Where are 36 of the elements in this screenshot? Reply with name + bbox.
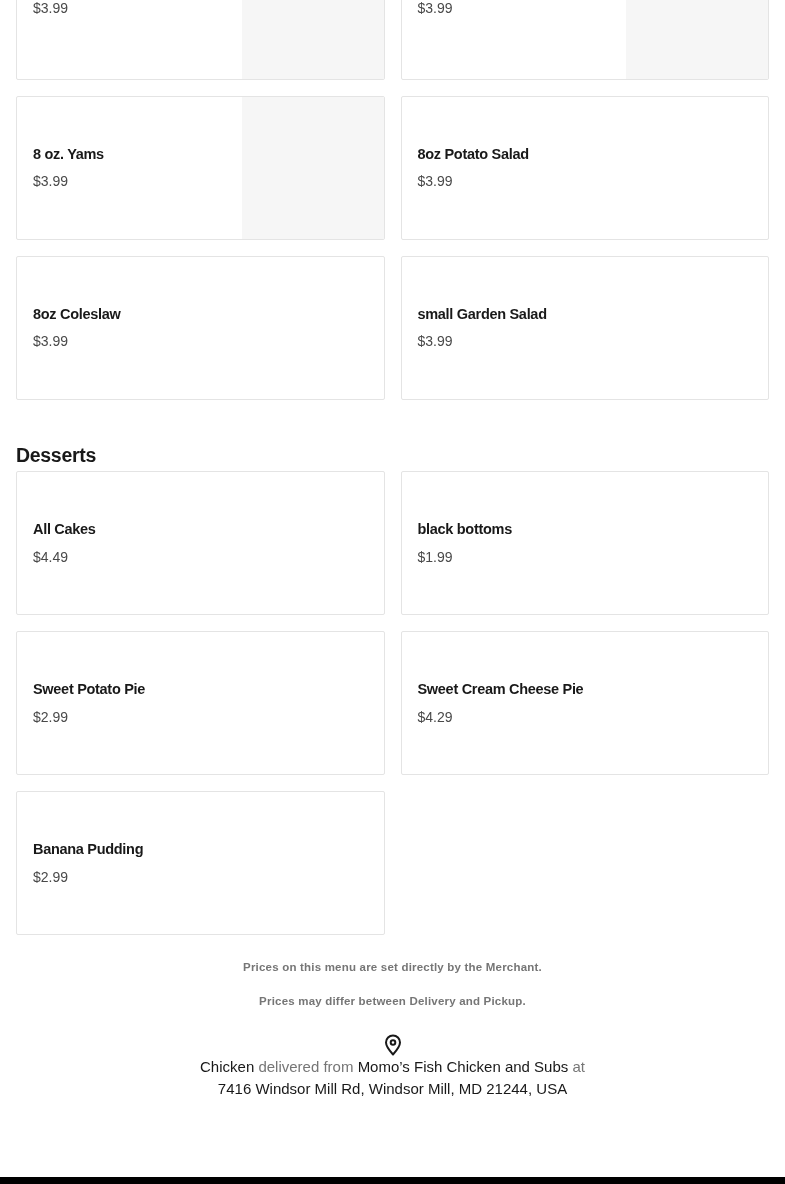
item-name: small Garden Salad xyxy=(417,304,548,324)
item-price: $3.99 xyxy=(417,0,454,18)
pricing-note: Prices may differ between Delivery and Pickup. xyxy=(258,993,527,1009)
item-price: $3.99 xyxy=(33,332,70,352)
item-price: $3.99 xyxy=(33,172,70,192)
menu-item-card[interactable]: Sweet Cream Cheese Pie $4.29 xyxy=(400,631,769,776)
menu-item-card[interactable]: $3.99 xyxy=(16,0,385,80)
item-price: $4.29 xyxy=(417,707,454,727)
item-price: $2.99 xyxy=(33,867,70,887)
item-name: black bottoms xyxy=(417,520,513,539)
item-name: Sweet Cream Cheese Pie xyxy=(417,680,585,699)
item-price: $3.99 xyxy=(417,172,454,192)
item-name: 8oz Potato Salad xyxy=(417,144,530,164)
menu-item-card[interactable]: 8 oz. Yams $3.99 xyxy=(16,96,385,240)
item-price: $4.49 xyxy=(33,547,70,567)
menu-item-card[interactable]: small Garden Salad $3.99 xyxy=(400,256,769,400)
menu-item-card[interactable]: All Cakes $4.49 xyxy=(16,471,385,616)
item-name: All Cakes xyxy=(33,520,97,539)
item-price: $3.99 xyxy=(417,332,454,352)
location-pin-icon xyxy=(383,1033,402,1056)
menu-item-card[interactable]: black bottoms $1.99 xyxy=(400,471,769,616)
section-title: Desserts xyxy=(16,444,97,468)
item-name: 8 oz. Yams xyxy=(33,144,105,164)
menu-item-card[interactable]: Banana Pudding $2.99 xyxy=(16,791,385,936)
menu-item-card[interactable]: 8oz Coleslaw $3.99 xyxy=(16,256,385,400)
menu-item-card[interactable]: 8oz Potato Salad $3.99 xyxy=(400,96,769,240)
item-name: 8oz Coleslaw xyxy=(33,304,122,324)
menu-item-card[interactable]: Sweet Potato Pie $2.99 xyxy=(16,631,385,776)
item-price: $2.99 xyxy=(33,707,70,727)
item-price: $3.99 xyxy=(33,0,70,18)
menu-item-card[interactable]: $3.99 xyxy=(400,0,769,80)
delivery-location-text: Chicken delivered from Momo’s Fish Chicken and Subs at 7416 Windsor Mill Rd, Windsor Mill, MD 21244, USA xyxy=(200,1056,585,1099)
item-name: Banana Pudding xyxy=(33,840,145,859)
pricing-note: Prices on this menu are set directly by the Merchant. xyxy=(242,960,543,976)
item-name: Sweet Potato Pie xyxy=(33,680,147,699)
item-price: $1.99 xyxy=(417,547,454,567)
